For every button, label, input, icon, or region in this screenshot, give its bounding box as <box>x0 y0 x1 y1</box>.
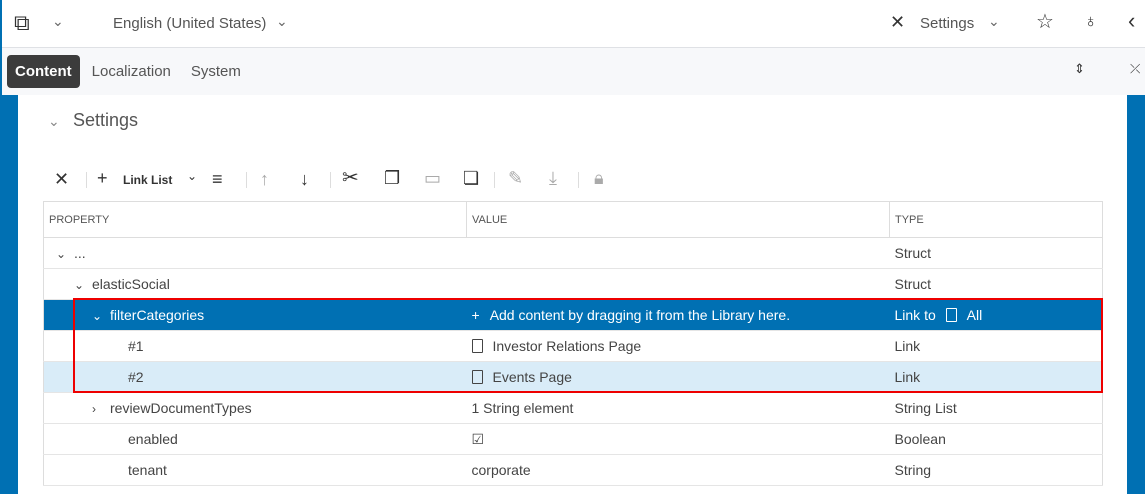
chevron-down-icon[interactable]: ⌄ <box>988 14 1000 28</box>
table-row[interactable]: ⌄... Struct <box>43 237 1103 269</box>
link-list-button[interactable]: Link List <box>123 173 172 187</box>
chevron-down-icon[interactable]: ⌄ <box>48 114 60 128</box>
table-row[interactable]: #1 Investor Relations Page Link <box>43 330 1103 362</box>
tools-icon[interactable]: ✕ <box>890 13 905 31</box>
lock-icon[interactable]: 🔒︎ <box>594 169 604 187</box>
add-icon: + <box>471 307 480 323</box>
arrow-up-icon[interactable]: ↑ <box>260 170 269 188</box>
property-value: 1 String element <box>471 400 574 416</box>
language-selector[interactable]: English (United States) <box>113 15 266 32</box>
column-header-type[interactable]: TYPE <box>889 201 1103 238</box>
table-row[interactable]: tenant corporate String <box>43 454 1103 486</box>
property-type: Link <box>894 338 921 354</box>
star-icon[interactable]: ☆ <box>1036 12 1054 32</box>
property-type: Boolean <box>894 431 946 447</box>
table-row[interactable]: ⌄ elasticSocial Struct <box>43 268 1103 300</box>
tab-system[interactable]: System <box>183 55 249 88</box>
chevron-down-icon[interactable]: ⌄ <box>74 278 92 292</box>
property-name: #1 <box>128 338 144 354</box>
section-title: Settings <box>73 110 139 130</box>
tab-content[interactable]: Content <box>7 55 80 88</box>
library-icon[interactable]: ⧉ <box>14 12 30 34</box>
table-row[interactable]: enabled ☑ Boolean <box>43 423 1103 455</box>
chevron-down-icon[interactable]: ⌄ <box>56 247 74 261</box>
property-name: filterCategories <box>110 307 205 323</box>
download-icon[interactable]: ⤓ <box>549 169 557 187</box>
property-value: Add content by dragging it from the Libr… <box>489 307 791 323</box>
cut-icon[interactable]: ✂ <box>342 168 359 188</box>
tab-bar: Content Localization System ⇕ ⤫ <box>2 48 1145 95</box>
chevron-down-icon[interactable]: ⌄ <box>52 14 64 28</box>
property-type: Struct <box>894 276 932 292</box>
table-row[interactable]: › reviewDocumentTypes 1 String element St… <box>43 392 1103 424</box>
add-icon[interactable]: + <box>97 169 108 187</box>
add-list-icon[interactable]: ≡ <box>212 170 223 188</box>
property-value[interactable]: ☑ <box>472 431 485 447</box>
property-type: Link <box>894 369 921 385</box>
property-name: ... <box>74 245 86 261</box>
chevron-right-icon[interactable]: › <box>92 402 110 416</box>
property-name: tenant <box>128 462 167 478</box>
chevron-down-icon[interactable]: ⌄ <box>187 170 197 182</box>
property-type: Struct <box>894 245 932 261</box>
property-value: corporate <box>471 462 531 478</box>
expand-collapse-icon[interactable]: ⇕ <box>1074 62 1085 75</box>
table-row[interactable]: ⌄ filterCategories + Add content by draggi… <box>43 299 1103 331</box>
property-name: #2 <box>128 369 144 385</box>
property-type: String <box>894 462 932 478</box>
edit-icon[interactable]: ✎ <box>508 169 523 187</box>
duplicate-icon[interactable]: ❏ <box>463 169 479 187</box>
property-name: enabled <box>128 431 178 447</box>
collapse-all-icon[interactable]: ⤫ <box>1130 62 1140 75</box>
chevron-down-icon[interactable]: ⌄ <box>276 14 288 28</box>
lightbulb-icon[interactable]: ♁ <box>1084 12 1098 30</box>
workspace-selector[interactable]: Settings <box>920 15 974 32</box>
property-name: reviewDocumentTypes <box>110 400 252 416</box>
column-header-property[interactable]: PROPERTY <box>43 201 467 238</box>
document-icon <box>471 339 483 353</box>
collapse-left-icon[interactable]: ‹ <box>1128 10 1135 32</box>
chevron-down-icon[interactable]: ⌄ <box>92 309 110 323</box>
column-header-value[interactable]: VALUE <box>466 201 890 238</box>
document-icon <box>471 370 483 384</box>
table-row[interactable]: #2 Events Page Link <box>43 361 1103 393</box>
property-table: PROPERTY VALUE TYPE ⌄... Struct ⌄ elasticS… <box>43 201 1103 486</box>
property-name: elasticSocial <box>92 276 170 292</box>
top-bar: ⧉ ⌄ English (United States) ⌄ ✕ Settings… <box>2 0 1145 48</box>
tab-localization[interactable]: Localization <box>84 55 179 88</box>
paste-icon[interactable]: ▭ <box>424 169 441 187</box>
property-type: String List <box>894 400 957 416</box>
type-extra: All <box>966 307 983 323</box>
copy-icon[interactable]: ❐ <box>384 169 400 187</box>
property-value: Investor Relations Page <box>492 338 642 354</box>
close-icon[interactable]: ✕ <box>54 170 69 188</box>
document-icon <box>945 308 957 322</box>
property-value: Events Page <box>492 369 572 385</box>
property-type: Link to <box>894 307 936 323</box>
arrow-down-icon[interactable]: ↓ <box>300 170 309 188</box>
